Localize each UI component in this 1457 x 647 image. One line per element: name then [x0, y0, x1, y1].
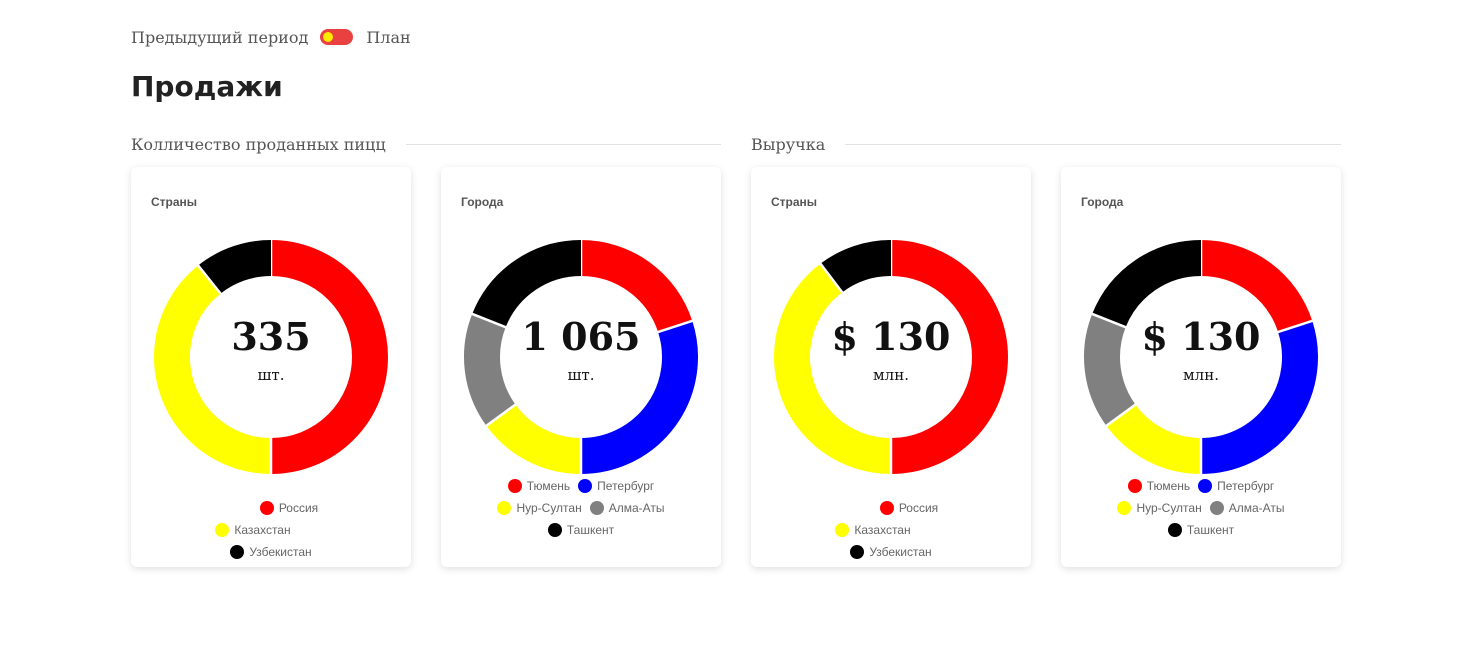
- donut-slice-ташкент[interactable]: [1092, 240, 1202, 328]
- section-title-revenue: Выручка: [751, 133, 1341, 155]
- legend-item-тюмень[interactable]: Тюмень: [1127, 478, 1191, 494]
- center-unit: млн.: [873, 366, 909, 384]
- legend-item-узбекистан[interactable]: Узбекистан: [850, 544, 932, 560]
- donut-slice-узбекистан[interactable]: [198, 240, 272, 294]
- legend-label: Россия: [898, 501, 939, 515]
- legend-label: Алма-Аты: [1228, 501, 1285, 515]
- section-title-text: Выручка: [751, 134, 826, 154]
- legend-label: Тюмень: [526, 479, 571, 493]
- period-plan-toggle[interactable]: [320, 29, 354, 45]
- center-value: $ 130: [831, 314, 951, 359]
- donut-slice-нур-султан[interactable]: [1106, 404, 1202, 474]
- legend-swatch: [850, 545, 865, 559]
- legend-label: Петербург: [1217, 479, 1275, 493]
- donut-slice-ташкент[interactable]: [472, 240, 582, 328]
- chart-legend: Россия Казахстан Узбекистан: [791, 500, 991, 560]
- legend-item-алма-аты[interactable]: Алма-Аты: [589, 500, 665, 516]
- section-title-pizza-count: Колличество проданных пицц: [131, 133, 721, 155]
- period-toggle-row: Предыдущий период План: [131, 26, 411, 48]
- legend-swatch: [507, 479, 522, 493]
- chart-card-cities-count: Города 1 065 шт. Тюмень Петербург Нур-Султ…: [441, 167, 721, 567]
- chart-card-countries-count: Страны 335 шт. Россия Казахстан Узбекистан: [131, 167, 411, 567]
- legend-swatch: [1198, 479, 1213, 493]
- legend-label: Узбекистан: [249, 545, 312, 559]
- chart-card-countries-revenue: Страны $ 130 млн. Россия Казахстан Узбекис…: [751, 167, 1031, 567]
- section-divider: [845, 143, 1341, 145]
- legend-label: Петербург: [597, 479, 655, 493]
- center-value: $ 130: [1141, 314, 1261, 359]
- chart-legend: Тюмень Петербург Нур-Султан Алма-Аты Ташкент: [481, 478, 681, 538]
- legend-item-нур-султан[interactable]: Нур-Султан: [1117, 500, 1202, 516]
- legend-item-узбекистан[interactable]: Узбекистан: [230, 544, 312, 560]
- legend-item-петербург[interactable]: Петербург: [1198, 478, 1274, 494]
- legend-swatch: [215, 523, 230, 537]
- legend-item-ташкент[interactable]: Ташкент: [1167, 522, 1235, 538]
- toggle-knob: [323, 32, 334, 42]
- legend-swatch: [1209, 501, 1224, 515]
- legend-swatch: [1127, 479, 1142, 493]
- legend-swatch: [1167, 523, 1182, 537]
- center-unit: млн.: [1183, 366, 1219, 384]
- legend-label: Казахстан: [234, 523, 291, 537]
- chart-card-cities-revenue: Города $ 130 млн. Тюмень Петербург Нур-Сул…: [1061, 167, 1341, 567]
- legend-swatch: [835, 523, 850, 537]
- chart-legend: Тюмень Петербург Нур-Султан Алма-Аты Ташкент: [1101, 478, 1301, 538]
- legend-item-россия[interactable]: Россия: [259, 500, 319, 516]
- legend-item-тюмень[interactable]: Тюмень: [507, 478, 571, 494]
- legend-label: Нур-Султан: [1136, 501, 1202, 515]
- donut-slice-узбекистан[interactable]: [820, 240, 892, 293]
- legend-item-казахстан[interactable]: Казахстан: [835, 522, 911, 538]
- legend-label: Ташкент: [1186, 523, 1235, 537]
- legend-swatch: [547, 523, 562, 537]
- legend-label: Алма-Аты: [608, 501, 665, 515]
- legend-swatch: [497, 501, 512, 515]
- legend-label: Нур-Султан: [516, 501, 582, 515]
- legend-item-ташкент[interactable]: Ташкент: [547, 522, 615, 538]
- chart-legend: Россия Казахстан Узбекистан: [171, 500, 371, 560]
- center-unit: шт.: [257, 366, 285, 384]
- legend-swatch: [879, 501, 894, 515]
- legend-item-казахстан[interactable]: Казахстан: [215, 522, 291, 538]
- center-value: 1 065: [521, 314, 641, 359]
- section-title-text: Колличество проданных пицц: [131, 134, 386, 154]
- previous-period-label: Предыдущий период: [131, 27, 309, 47]
- legend-label: Тюмень: [1146, 479, 1191, 493]
- legend-item-россия[interactable]: Россия: [879, 500, 939, 516]
- legend-swatch: [578, 479, 593, 493]
- legend-label: Казахстан: [854, 523, 911, 537]
- legend-swatch: [589, 501, 604, 515]
- legend-item-алма-аты[interactable]: Алма-Аты: [1209, 500, 1285, 516]
- legend-label: Россия: [278, 501, 319, 515]
- legend-item-петербург[interactable]: Петербург: [578, 478, 654, 494]
- donut-slice-нур-султан[interactable]: [486, 404, 582, 474]
- legend-swatch: [259, 501, 274, 515]
- legend-swatch: [1117, 501, 1132, 515]
- legend-swatch: [230, 545, 245, 559]
- section-divider: [405, 143, 721, 145]
- legend-label: Узбекистан: [869, 545, 932, 559]
- plan-label: План: [366, 27, 411, 47]
- page-title: Продажи: [131, 70, 283, 103]
- center-value: 335: [231, 314, 311, 359]
- center-unit: шт.: [567, 366, 595, 384]
- legend-label: Ташкент: [566, 523, 615, 537]
- legend-item-нур-султан[interactable]: Нур-Султан: [497, 500, 582, 516]
